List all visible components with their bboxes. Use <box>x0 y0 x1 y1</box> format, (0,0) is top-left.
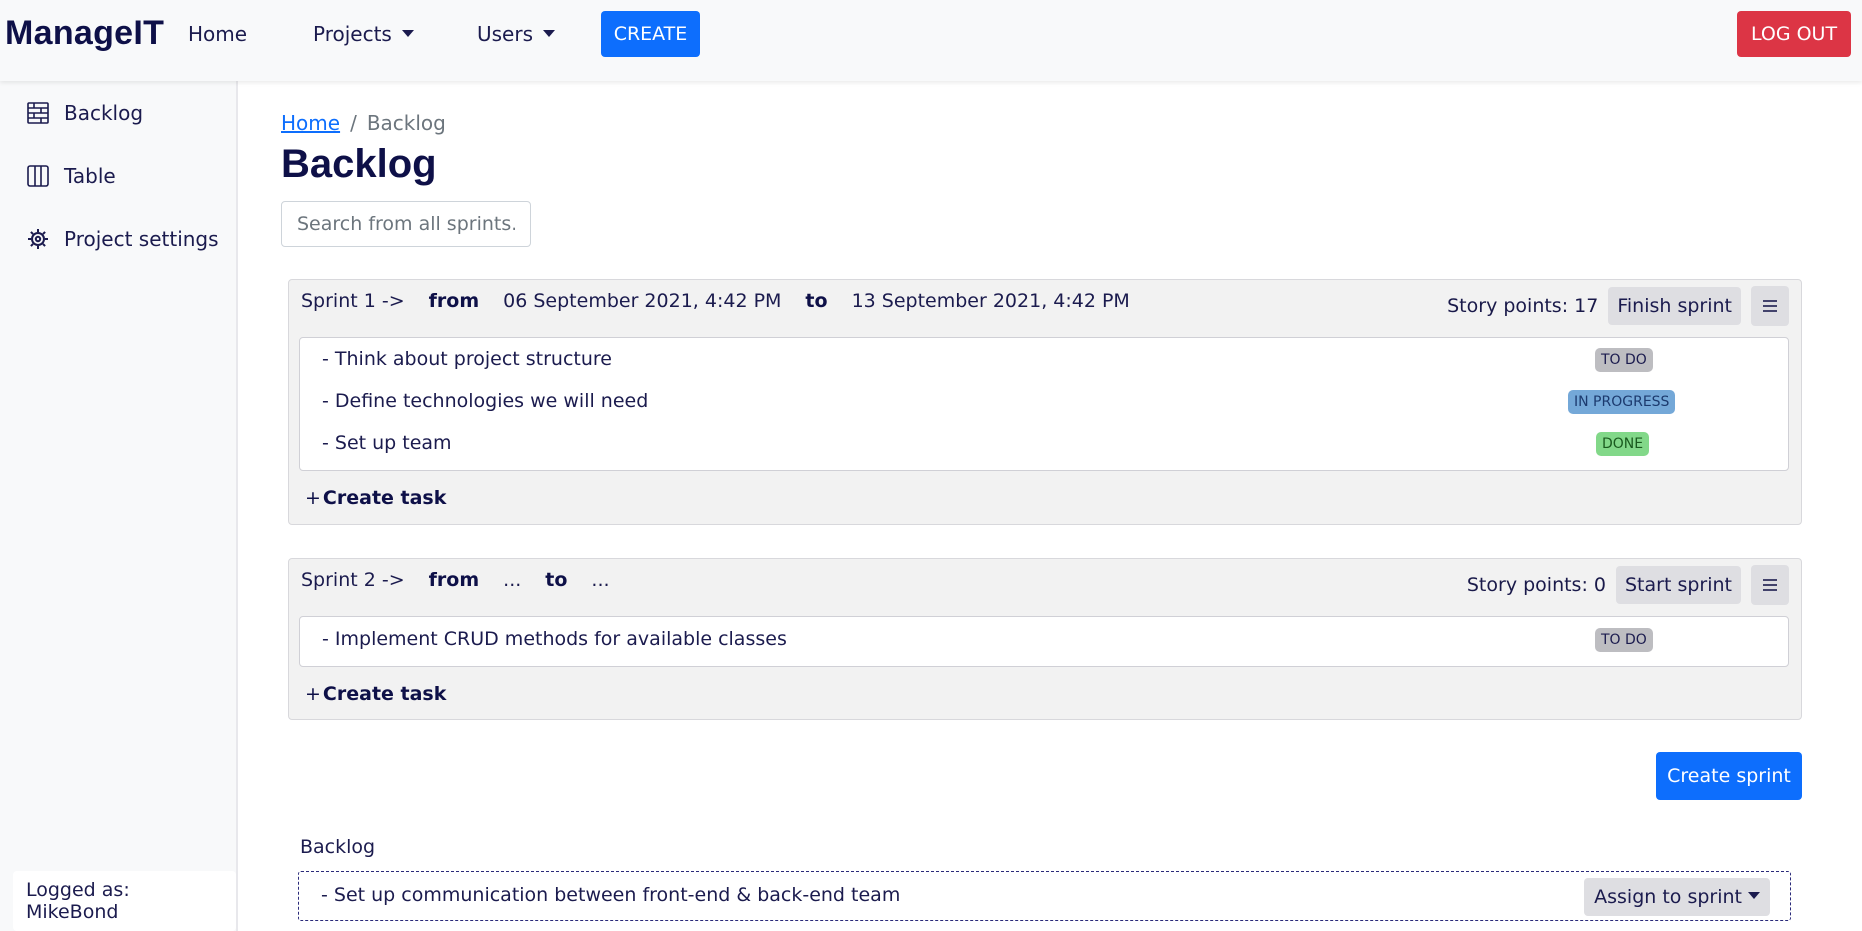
top-navbar: ManageIT Home Projects Users CREATE LOG … <box>0 0 1862 81</box>
assign-to-sprint-dropdown[interactable]: Assign to sprint <box>1584 878 1770 916</box>
task-item[interactable]: - Set up team <box>322 432 452 454</box>
sidebar-item-label: Project settings <box>64 227 219 251</box>
sidebar-item-backlog[interactable]: Backlog <box>26 101 143 125</box>
sidebar-item-label: Table <box>64 164 116 188</box>
chevron-down-icon <box>1748 892 1760 899</box>
sprint-menu-button[interactable] <box>1751 286 1789 326</box>
sprint-end-date: 13 September 2021, 4:42 PM <box>851 290 1130 312</box>
breadcrumb-current: Backlog <box>366 111 446 135</box>
sprint-menu-button[interactable] <box>1751 565 1789 605</box>
nav-projects-dropdown[interactable]: Projects <box>313 22 414 46</box>
create-task-label: Create task <box>322 487 447 509</box>
sprint-end-date: ... <box>591 569 610 591</box>
story-points: Story points: 17 <box>1447 295 1599 317</box>
sprint-name: Sprint 2 -> <box>301 569 405 591</box>
breadcrumb: Home / Backlog <box>281 111 446 135</box>
from-label: from <box>428 569 480 591</box>
sprint-start-date: ... <box>503 569 522 591</box>
create-task-button[interactable]: + Create task <box>305 683 446 705</box>
logout-button[interactable]: LOG OUT <box>1737 11 1851 57</box>
task-item[interactable]: - Think about project structure <box>322 348 612 370</box>
assign-to-sprint-label: Assign to sprint <box>1594 886 1742 908</box>
sprint-actions: Story points: 17 Finish sprint <box>1447 286 1789 326</box>
columns-icon <box>26 164 50 188</box>
create-task-label: Create task <box>322 683 447 705</box>
create-sprint-button[interactable]: Create sprint <box>1656 752 1802 800</box>
task-item[interactable]: - Set up communication between front-end… <box>321 884 900 906</box>
hamburger-icon <box>1763 579 1777 591</box>
from-label: from <box>428 290 480 312</box>
sidebar: Backlog Table Project settings Logged as… <box>0 81 238 931</box>
sprint-card-2: Sprint 2 -> from... to... Story points: 0 … <box>288 558 1802 720</box>
to-label: to <box>545 569 568 591</box>
finish-sprint-button[interactable]: Finish sprint <box>1608 287 1741 325</box>
page-title: Backlog <box>281 142 437 186</box>
sidebar-item-table[interactable]: Table <box>26 164 116 188</box>
task-item[interactable]: - Implement CRUD methods for available c… <box>322 628 787 650</box>
search-input[interactable] <box>281 201 531 247</box>
sprint-name: Sprint 1 -> <box>301 290 405 312</box>
chevron-down-icon <box>401 30 414 37</box>
status-badge: TO DO <box>1595 348 1653 372</box>
plus-icon: + <box>305 487 321 509</box>
nav-users-dropdown[interactable]: Users <box>477 22 556 46</box>
sidebar-item-label: Backlog <box>64 101 144 125</box>
nav-users-label: Users <box>477 22 534 46</box>
create-task-button[interactable]: + Create task <box>305 487 446 509</box>
task-item[interactable]: - Define technologies we will need <box>322 390 648 412</box>
status-badge: TO DO <box>1595 628 1653 652</box>
sprint-start-date: 06 September 2021, 4:42 PM <box>503 290 782 312</box>
gear-icon <box>26 227 50 251</box>
backlog-icon <box>26 101 50 125</box>
to-label: to <box>805 290 828 312</box>
sprint-task-list: - Think about project structure TO DO - … <box>299 337 1789 471</box>
create-button[interactable]: CREATE <box>601 11 700 57</box>
sidebar-item-project-settings[interactable]: Project settings <box>26 227 219 251</box>
sprint-header: Sprint 2 -> from... to... <box>301 569 610 591</box>
sprint-task-list: - Implement CRUD methods for available c… <box>299 616 1789 667</box>
breadcrumb-home-link[interactable]: Home <box>281 111 340 135</box>
start-sprint-button[interactable]: Start sprint <box>1616 566 1741 604</box>
nav-home-link[interactable]: Home <box>188 22 247 46</box>
sprint-actions: Story points: 0 Start sprint <box>1467 565 1789 605</box>
status-badge: DONE <box>1596 432 1650 456</box>
breadcrumb-separator: / <box>350 111 357 135</box>
story-points: Story points: 0 <box>1466 574 1606 596</box>
backlog-task-row: - Set up communication between front-end… <box>298 871 1791 921</box>
sprint-card-1: Sprint 1 -> from 06 September 2021, 4:42 P… <box>288 279 1802 525</box>
brand-logo[interactable]: ManageIT <box>5 14 164 53</box>
nav-projects-label: Projects <box>313 22 392 46</box>
hamburger-icon <box>1763 300 1777 312</box>
sprint-header: Sprint 1 -> from 06 September 2021, 4:42 P… <box>301 290 1130 312</box>
logged-user-label: Logged as: MikeBond <box>13 871 236 931</box>
plus-icon: + <box>305 683 321 705</box>
chevron-down-icon <box>543 30 556 37</box>
status-badge: IN PROGRESS <box>1568 390 1676 414</box>
backlog-section-label: Backlog <box>300 836 376 858</box>
